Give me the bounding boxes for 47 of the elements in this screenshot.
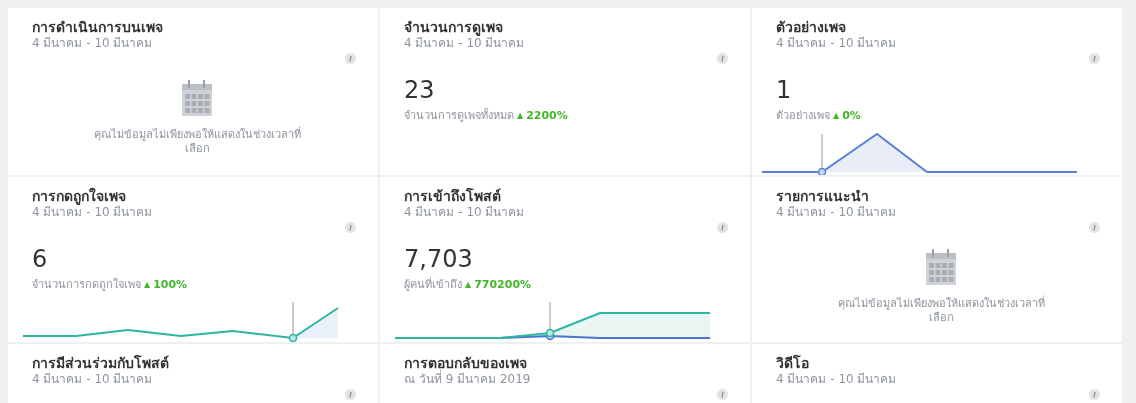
info-icon[interactable]: [1089, 222, 1100, 233]
info-icon[interactable]: [345, 222, 356, 233]
date-range: 4 มีนาคม - 10 มีนาคม: [32, 372, 154, 387]
date-range: 4 มีนาคม - 10 มีนาคม: [776, 205, 898, 220]
up-triangle-icon: ▲: [833, 110, 840, 120]
card-title: วิดีโอ: [776, 355, 810, 372]
date-range: ณ วันที่ 9 มีนาคม 2019: [404, 372, 532, 387]
metric-label: จำนวนการกดถูกใจเพจ: [32, 277, 141, 293]
metric-value: 1: [776, 76, 793, 104]
metric-label: จำนวนการดูเพจทั้งหมด: [404, 107, 514, 124]
up-triangle-icon: ▲: [144, 279, 151, 289]
card-title: ตัวอย่างเพจ: [776, 19, 847, 36]
no-data-message: คุณไม่ข้อมูลไม่เพียงพอให้แสดงในช่วงเวลาที่เลือก: [836, 297, 1046, 325]
card-title: การดำเนินการบนเพจ: [32, 19, 164, 36]
info-icon[interactable]: [717, 389, 728, 400]
card-title: การเข้าถึงโพสต์: [404, 188, 502, 205]
metric-value: 23: [404, 76, 436, 104]
info-icon[interactable]: [345, 53, 356, 64]
date-range: 4 มีนาคม - 10 มีนาคม: [776, 372, 898, 387]
info-icon[interactable]: [345, 389, 356, 400]
metric-label: ผู้คนที่เข้าถึง: [404, 275, 462, 293]
change-percent: 770200%: [474, 277, 532, 291]
up-triangle-icon: ▲: [517, 110, 524, 120]
metric-value: 6: [32, 245, 49, 273]
date-range: 4 มีนาคม - 10 มีนาคม: [32, 36, 154, 51]
metric-value: 7,703: [404, 245, 474, 273]
date-range: 4 มีนาคม - 10 มีนาคม: [32, 205, 154, 220]
info-icon[interactable]: [717, 53, 728, 64]
change-percent: 100%: [153, 277, 188, 291]
date-range: 4 มีนาคม - 10 มีนาคม: [404, 205, 526, 220]
up-triangle-icon: ▲: [465, 279, 472, 289]
date-range: 4 มีนาคม - 10 มีนาคม: [404, 36, 526, 51]
card-title: การมีส่วนร่วมกับโพสต์: [32, 355, 170, 372]
info-icon[interactable]: [1089, 389, 1100, 400]
calendar-icon: [182, 80, 212, 116]
no-data-message: คุณไม่ข้อมูลไม่เพียงพอให้แสดงในช่วงเวลาที่เลือก: [92, 128, 302, 156]
info-icon[interactable]: [717, 222, 728, 233]
info-icon[interactable]: [1089, 53, 1100, 64]
card-title: จำนวนการดูเพจ: [404, 19, 503, 36]
card-title: การตอบกลับของเพจ: [404, 355, 528, 371]
card-title: การกดถูกใจเพจ: [32, 188, 126, 205]
metric-label: ตัวอย่างเพจ: [776, 108, 830, 124]
calendar-icon: [926, 249, 956, 285]
change-percent: 0%: [842, 108, 861, 122]
card-title: รายการแนะนำ: [776, 188, 870, 205]
change-percent: 2200%: [526, 108, 568, 122]
date-range: 4 มีนาคม - 10 มีนาคม: [776, 36, 898, 51]
